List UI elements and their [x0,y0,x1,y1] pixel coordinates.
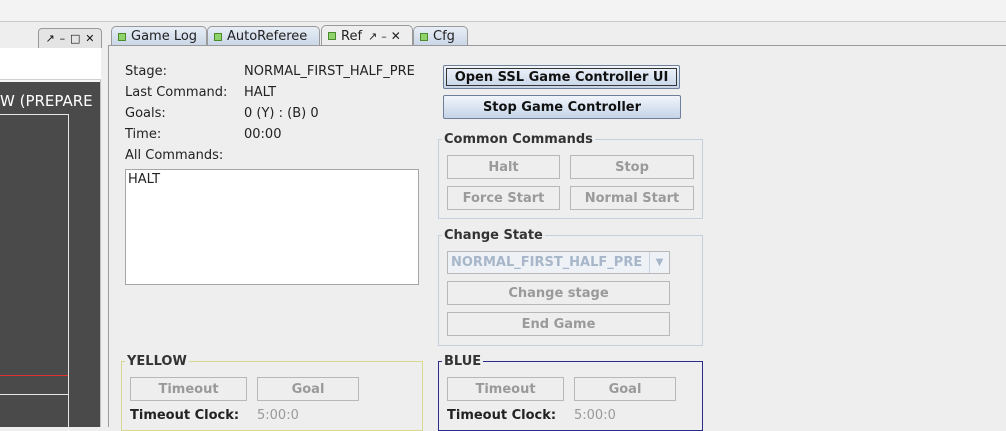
yellow-timeout-button[interactable]: Timeout [130,377,247,401]
pin-icon[interactable]: ↗ [45,33,54,44]
stage-select-value: NORMAL_FIRST_HALF_PRE [451,255,643,270]
blue-goal-button[interactable]: Goal [574,377,676,401]
goals-label: Goals: [125,106,166,121]
change-stage-button[interactable]: Change stage [447,281,670,305]
tab-ref[interactable]: Ref ↗ – ✕ [321,25,413,46]
normal-start-button[interactable]: Normal Start [570,186,694,210]
minimize-icon[interactable]: – [60,33,66,44]
yellow-timeout-clock-label: Timeout Clock: [130,408,240,423]
time-value: 00:00 [244,127,282,142]
close-icon[interactable]: ✕ [391,29,401,43]
blue-timeout-clock-value: 5:00:0 [574,408,616,423]
all-commands-label: All Commands: [125,148,224,163]
command-entry: HALT [128,172,161,187]
tab-label: Ref [341,28,363,44]
stage-label: Stage: [125,64,167,79]
last-command-label: Last Command: [125,85,228,100]
maximize-icon[interactable]: □ [70,33,80,44]
green-square-icon [328,32,336,40]
field-overlay-text: W (PREPARE [0,92,93,110]
blue-timeout-clock-label: Timeout Clock: [447,408,557,423]
stage-value: NORMAL_FIRST_HALF_PRE [244,64,415,79]
left-dock-tab-controls: ↗ – □ ✕ [38,28,102,48]
green-square-icon [214,32,222,41]
minimize-icon[interactable]: – [381,30,387,43]
tab-autoreferee[interactable]: AutoReferee [207,26,320,46]
green-square-icon [118,32,126,41]
chevron-down-icon[interactable]: ▼ [649,252,669,273]
end-game-button[interactable]: End Game [447,312,670,336]
tab-cfg[interactable]: Cfg [413,26,468,46]
field-line [0,394,68,395]
time-label: Time: [125,127,162,142]
blue-timeout-button[interactable]: Timeout [447,377,564,401]
all-commands-textarea[interactable]: HALT [125,169,419,285]
field-line [0,114,68,115]
goals-value: 0 (Y) : (B) 0 [244,106,319,121]
top-bar [0,0,1006,22]
tab-game-log[interactable]: Game Log [111,26,207,46]
last-command-value: HALT [244,85,277,100]
force-start-button[interactable]: Force Start [447,186,560,210]
field-marker-line [0,375,68,376]
pin-icon[interactable]: ↗ [368,30,377,43]
field-line [68,114,69,427]
common-commands-title: Common Commands [442,132,595,147]
tab-label: AutoReferee [227,29,308,44]
yellow-timeout-clock-value: 5:00:0 [257,408,299,423]
green-square-icon [420,32,428,41]
stop-game-controller-button[interactable]: Stop Game Controller [443,95,681,119]
open-ssl-game-controller-button[interactable]: Open SSL Game Controller UI [443,65,680,89]
left-dock-toolbar [0,48,101,80]
blue-team-title: BLUE [442,354,484,369]
halt-button[interactable]: Halt [447,155,560,179]
tab-label: Cfg [433,29,455,44]
stage-select[interactable]: NORMAL_FIRST_HALF_PRE ▼ [447,251,670,274]
yellow-goal-button[interactable]: Goal [257,377,359,401]
change-state-title: Change State [442,228,545,243]
close-icon[interactable]: ✕ [85,33,94,44]
yellow-team-title: YELLOW [125,354,189,369]
tab-label: Game Log [131,29,198,44]
stop-button[interactable]: Stop [570,155,694,179]
